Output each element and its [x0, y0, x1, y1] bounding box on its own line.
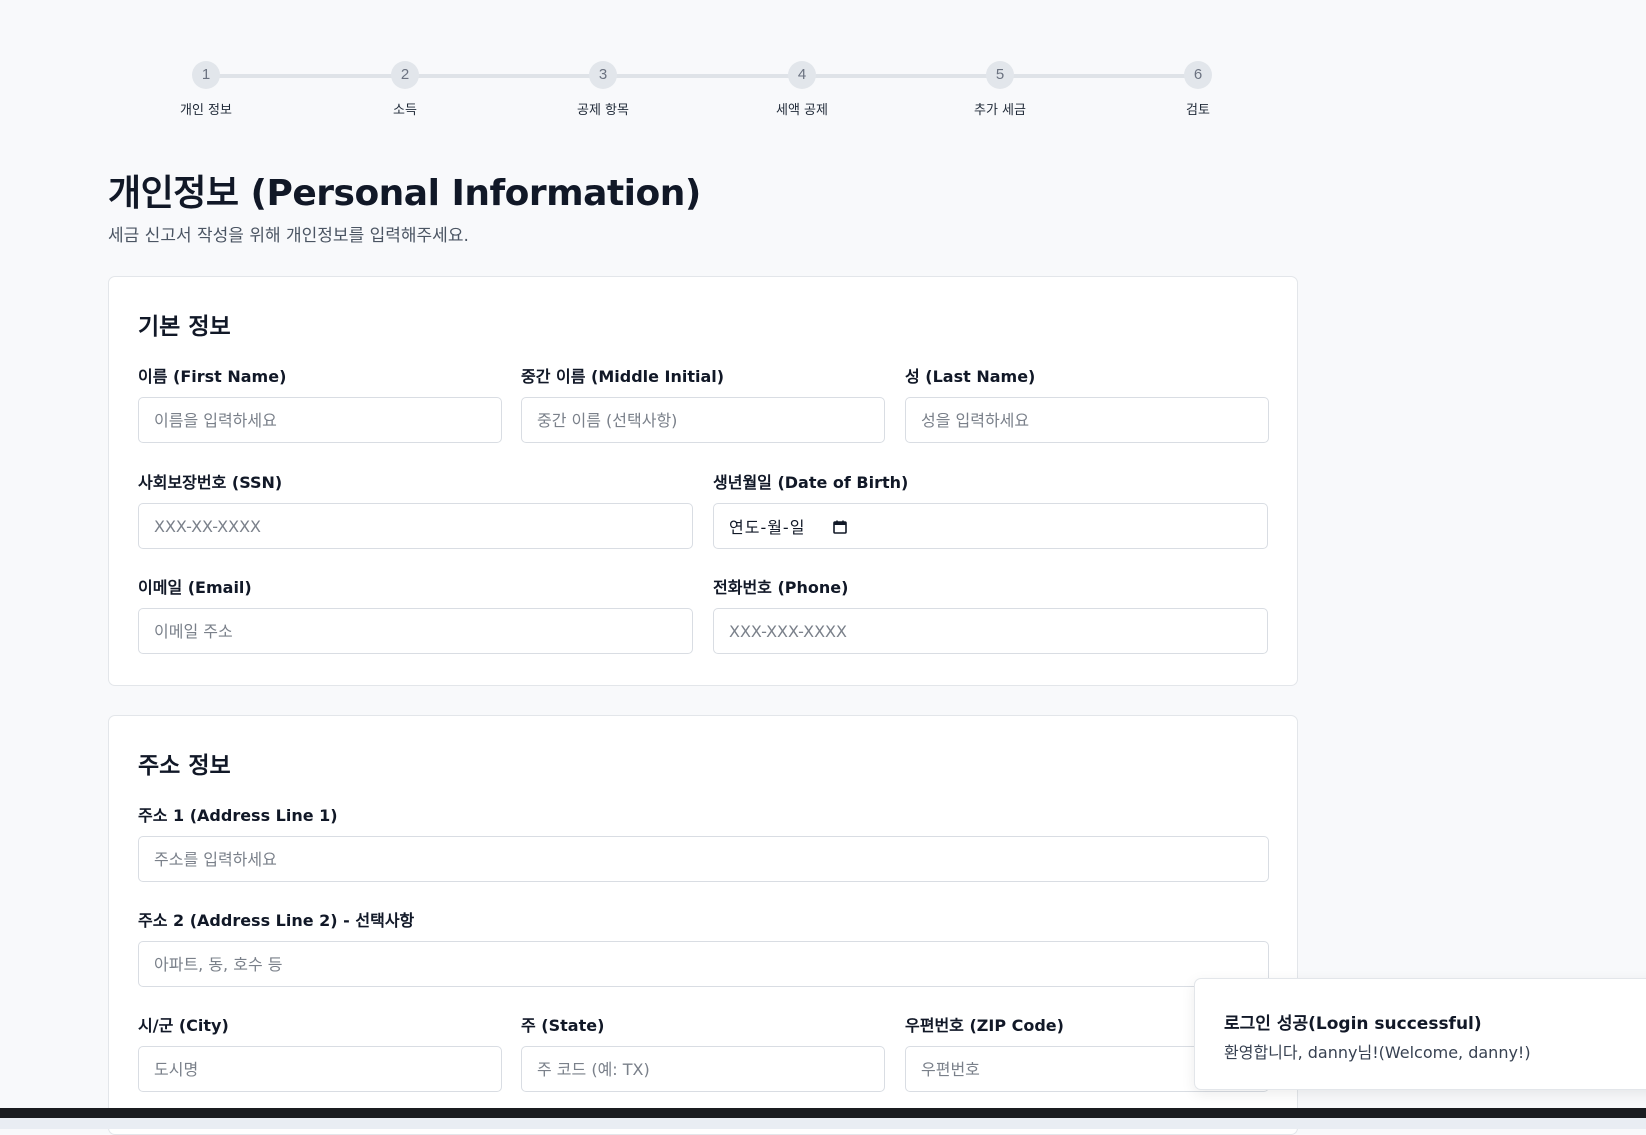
- step-5-number: 5: [986, 61, 1014, 89]
- login-toast[interactable]: 로그인 성공(Login successful) 환영합니다, danny님!(…: [1194, 978, 1646, 1090]
- step-5[interactable]: 5 추가 세금: [940, 61, 1060, 118]
- middle-initial-label: 중간 이름 (Middle Initial): [521, 367, 725, 386]
- address1-input[interactable]: [138, 836, 1269, 882]
- dob-label: 생년월일 (Date of Birth): [713, 473, 909, 492]
- state-input[interactable]: [521, 1046, 885, 1092]
- middle-initial-input[interactable]: [521, 397, 885, 443]
- bottom-strip: [0, 1118, 1646, 1129]
- last-name-label: 성 (Last Name): [905, 367, 1036, 386]
- address-info-title: 주소 정보: [138, 753, 231, 779]
- dob-input[interactable]: 연도-월-일: [713, 503, 1268, 549]
- email-label: 이메일 (Email): [138, 578, 252, 597]
- zip-label: 우편번호 (ZIP Code): [905, 1016, 1064, 1035]
- email-input[interactable]: [138, 608, 693, 654]
- step-1[interactable]: 1 개인 정보: [146, 61, 266, 118]
- page-subtitle: 세금 신고서 작성을 위해 개인정보를 입력해주세요.: [108, 226, 469, 246]
- toast-message: 환영합니다, danny님!(Welcome, danny!): [1224, 1043, 1531, 1062]
- progress-stepper: 1 개인 정보 2 소득 3 공제 항목 4 세액 공제 5 추가 세금 6 검…: [0, 0, 1646, 140]
- basic-info-card: 기본 정보 이름 (First Name) 중간 이름 (Middle Init…: [108, 276, 1298, 686]
- phone-input[interactable]: [713, 608, 1268, 654]
- state-label: 주 (State): [521, 1016, 605, 1035]
- page-title: 개인정보 (Personal Information): [108, 173, 701, 214]
- step-6-number: 6: [1184, 61, 1212, 89]
- step-3[interactable]: 3 공제 항목: [543, 61, 663, 118]
- step-4-number: 4: [788, 61, 816, 89]
- city-input[interactable]: [138, 1046, 502, 1092]
- step-2-label: 소득: [393, 103, 417, 118]
- step-5-label: 추가 세금: [974, 103, 1026, 118]
- step-1-label: 개인 정보: [180, 103, 232, 118]
- toast-title: 로그인 성공(Login successful): [1224, 1014, 1482, 1034]
- address1-label: 주소 1 (Address Line 1): [138, 806, 338, 825]
- step-6[interactable]: 6 검토: [1138, 61, 1258, 118]
- step-2-number: 2: [391, 61, 419, 89]
- bottom-bar: [0, 1108, 1646, 1118]
- step-3-number: 3: [589, 61, 617, 89]
- address2-input[interactable]: [138, 941, 1269, 987]
- address-info-card: 주소 정보 주소 1 (Address Line 1) 주소 2 (Addres…: [108, 715, 1298, 1135]
- dob-value: 연도-월-일: [729, 518, 806, 537]
- address2-label: 주소 2 (Address Line 2) - 선택사항: [138, 911, 415, 930]
- calendar-icon[interactable]: [833, 519, 848, 534]
- city-label: 시/군 (City): [138, 1016, 229, 1035]
- last-name-input[interactable]: [905, 397, 1269, 443]
- step-6-label: 검토: [1186, 103, 1210, 118]
- first-name-label: 이름 (First Name): [138, 367, 287, 386]
- ssn-label: 사회보장번호 (SSN): [138, 473, 283, 492]
- step-4-label: 세액 공제: [776, 103, 828, 118]
- step-2[interactable]: 2 소득: [345, 61, 465, 118]
- phone-label: 전화번호 (Phone): [713, 578, 849, 597]
- step-1-number: 1: [192, 61, 220, 89]
- first-name-input[interactable]: [138, 397, 502, 443]
- ssn-input[interactable]: [138, 503, 693, 549]
- step-3-label: 공제 항목: [577, 103, 629, 118]
- step-4[interactable]: 4 세액 공제: [742, 61, 862, 118]
- basic-info-title: 기본 정보: [138, 314, 231, 340]
